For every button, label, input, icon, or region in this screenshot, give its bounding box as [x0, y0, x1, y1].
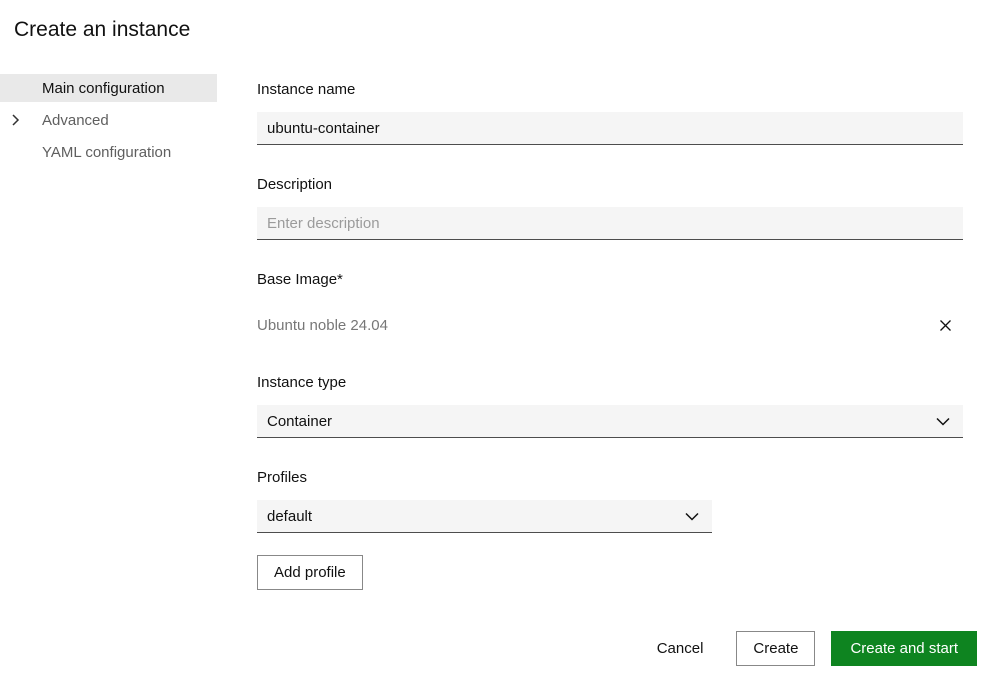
instance-name-input[interactable]: [257, 112, 963, 145]
cancel-button[interactable]: Cancel: [657, 640, 704, 657]
create-instance-panel: Create an instance Main configuration Ad…: [0, 0, 991, 681]
sidebar-item-label: Advanced: [42, 111, 109, 129]
add-profile-button[interactable]: Add profile: [257, 555, 363, 590]
create-button[interactable]: Create: [736, 630, 816, 666]
profiles-label: Profiles: [257, 469, 308, 486]
chevron-down-icon: [936, 417, 950, 426]
instance-type-select[interactable]: Container: [257, 405, 963, 438]
instance-type-selected-value: Container: [267, 412, 333, 430]
chevron-down-icon: [685, 512, 699, 521]
close-icon: [938, 318, 953, 333]
description-label: Description: [257, 176, 333, 193]
description-input[interactable]: [257, 207, 963, 240]
create-and-start-button[interactable]: Create and start: [831, 630, 977, 666]
form-section-nav: Main configuration Advanced YAML configu…: [0, 74, 217, 170]
sidebar-item-label: YAML configuration: [42, 143, 172, 161]
instance-name-label: Instance name: [257, 81, 356, 98]
instance-type-label: Instance type: [257, 374, 347, 391]
profiles-select[interactable]: default: [257, 500, 712, 533]
chevron-right-icon: [12, 114, 20, 126]
profiles-selected-value: default: [267, 507, 313, 525]
base-image-value: Ubuntu noble 24.04: [257, 316, 388, 334]
clear-base-image-button[interactable]: [938, 318, 953, 333]
sidebar-item-advanced[interactable]: Advanced: [0, 106, 217, 134]
sidebar-item-label: Main configuration: [42, 79, 165, 97]
sidebar-item-yaml-configuration[interactable]: YAML configuration: [0, 138, 217, 166]
footer-actions: Cancel Create Create and start: [657, 630, 977, 666]
base-image-row: Ubuntu noble 24.04: [257, 311, 963, 339]
sidebar-item-main-configuration[interactable]: Main configuration: [0, 74, 217, 102]
base-image-label: Base Image*: [257, 271, 343, 288]
page-title: Create an instance: [14, 18, 191, 42]
main-configuration-form: Instance name Description Base Image* Ub…: [257, 0, 963, 681]
